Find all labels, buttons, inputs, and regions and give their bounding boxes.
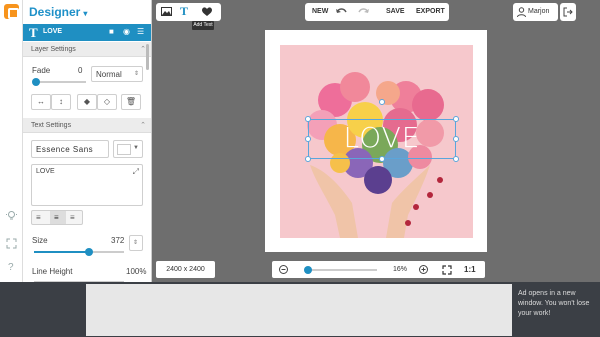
undo-icon [336,8,347,13]
tool-rail: ? [0,0,23,282]
blend-mode-select[interactable]: Normal ⇕ [91,66,143,82]
fade-slider[interactable] [34,81,86,83]
trash-icon: 🗑 [125,97,137,106]
user-name: Marjon [528,8,550,15]
line-height-label: Line Height [32,267,73,276]
align-center-icon: ≡ [54,213,59,222]
save-button[interactable]: SAVE [386,8,405,15]
text-align-group: ≡ ≡ ≡ [31,210,83,225]
fade-label: Fade [32,66,51,75]
help-icon[interactable]: ? [8,262,14,273]
canvas-dimensions[interactable]: 2400 x 2400 [156,261,215,278]
shapes-icon [202,7,212,16]
layer-name: LOVE [43,28,63,35]
rotate-handle[interactable] [379,99,385,105]
color-swatch [117,144,131,155]
ad-slot[interactable] [86,284,512,336]
fullscreen-icon[interactable] [6,238,17,249]
expand-icon[interactable]: ⤢ [133,167,139,177]
add-text-button[interactable]: T [180,4,188,19]
flip-horizontal-button[interactable]: ↔ [31,94,51,110]
chevron-down-icon: ▼ [133,145,139,151]
lightbulb-icon[interactable] [6,210,17,221]
canvas-photo[interactable]: LOVE [280,45,473,238]
size-slider-handle[interactable] [85,248,93,256]
line-height-value: 100% [126,267,147,276]
canvas-text-layer[interactable]: LOVE [308,121,456,154]
export-button[interactable]: EXPORT [416,8,445,15]
redo-icon [358,8,369,13]
chevron-down-icon: ▾ [83,9,88,18]
text-color-picker[interactable]: ▼ [113,140,143,158]
file-toolbar: NEW SAVE EXPORT [305,3,449,21]
size-value: 372 [111,236,125,245]
resize-handle[interactable] [453,156,459,162]
zoom-in-button[interactable] [419,265,428,276]
send-backward-button[interactable]: ◇ [97,94,117,110]
align-left-icon[interactable]: ≡ [36,213,41,222]
zoom-slider[interactable] [307,269,377,271]
selected-layer-row[interactable]: T LOVE ■ ◉ ☰ [23,24,151,41]
text-settings-header[interactable]: Text Settings ⌃ [23,118,151,133]
chevron-up-icon: ⌃ [140,122,146,129]
align-center-button[interactable]: ≡ [50,211,66,224]
panel-title[interactable]: Designer ▾ [29,5,87,19]
logout-button[interactable] [560,3,576,21]
logout-icon [563,7,573,19]
undo-button[interactable] [336,7,347,18]
lock-icon[interactable]: ■ [109,27,114,36]
ad-notice: Ad opens in a new window. You won't lose… [518,290,590,317]
eye-icon[interactable]: ◉ [123,27,130,36]
fit-to-screen-button[interactable] [442,265,452,277]
insert-toolbar: T [156,3,221,21]
size-slider-fill [34,251,89,253]
font-select[interactable]: Essence Sans [31,140,109,158]
image-icon [161,7,172,16]
tooltip: Add Text [192,21,214,30]
size-label: Size [32,236,48,245]
designer-panel: Designer ▾ T LOVE ■ ◉ ☰ Layer Settings ⌃ … [23,0,152,282]
fade-slider-handle[interactable] [32,78,40,86]
select-arrows-icon: ⇕ [133,240,139,246]
panel-scrollbar[interactable] [146,44,149,70]
zoom-out-button[interactable] [279,265,288,276]
bring-forward-button[interactable]: ◆ [77,94,97,110]
select-arrows-icon: ⇕ [133,71,139,77]
resize-handle[interactable] [305,156,311,162]
resize-handle[interactable] [379,156,385,162]
new-button[interactable]: NEW [312,8,328,15]
layer-settings-header[interactable]: Layer Settings ⌃ [23,42,151,57]
text-layer-icon: T [29,25,38,40]
app-logo-icon[interactable] [4,4,19,19]
add-image-button[interactable] [161,6,172,19]
zoom-in-icon [419,265,428,274]
zoom-out-icon [279,265,288,274]
fade-value: 0 [78,66,83,75]
redo-button[interactable] [358,7,369,18]
add-shape-button[interactable] [201,6,213,19]
actual-size-button[interactable]: 1:1 [464,265,476,274]
zoom-slider-handle[interactable] [304,266,312,274]
flip-vertical-button[interactable]: ↕ [51,94,71,110]
zoom-controls: 16% 1:1 [272,261,485,278]
fit-screen-icon [442,265,452,275]
align-right-icon[interactable]: ≡ [70,213,75,222]
zoom-level: 16% [393,266,408,273]
delete-layer-button[interactable]: 🗑 [121,94,141,110]
user-menu[interactable]: Marjon [513,3,558,21]
layers-icon[interactable]: ☰ [137,27,144,36]
user-icon [517,7,526,19]
size-stepper[interactable]: ⇕ [129,235,143,251]
text-content-input[interactable]: LOVE ⤢ [31,164,143,206]
